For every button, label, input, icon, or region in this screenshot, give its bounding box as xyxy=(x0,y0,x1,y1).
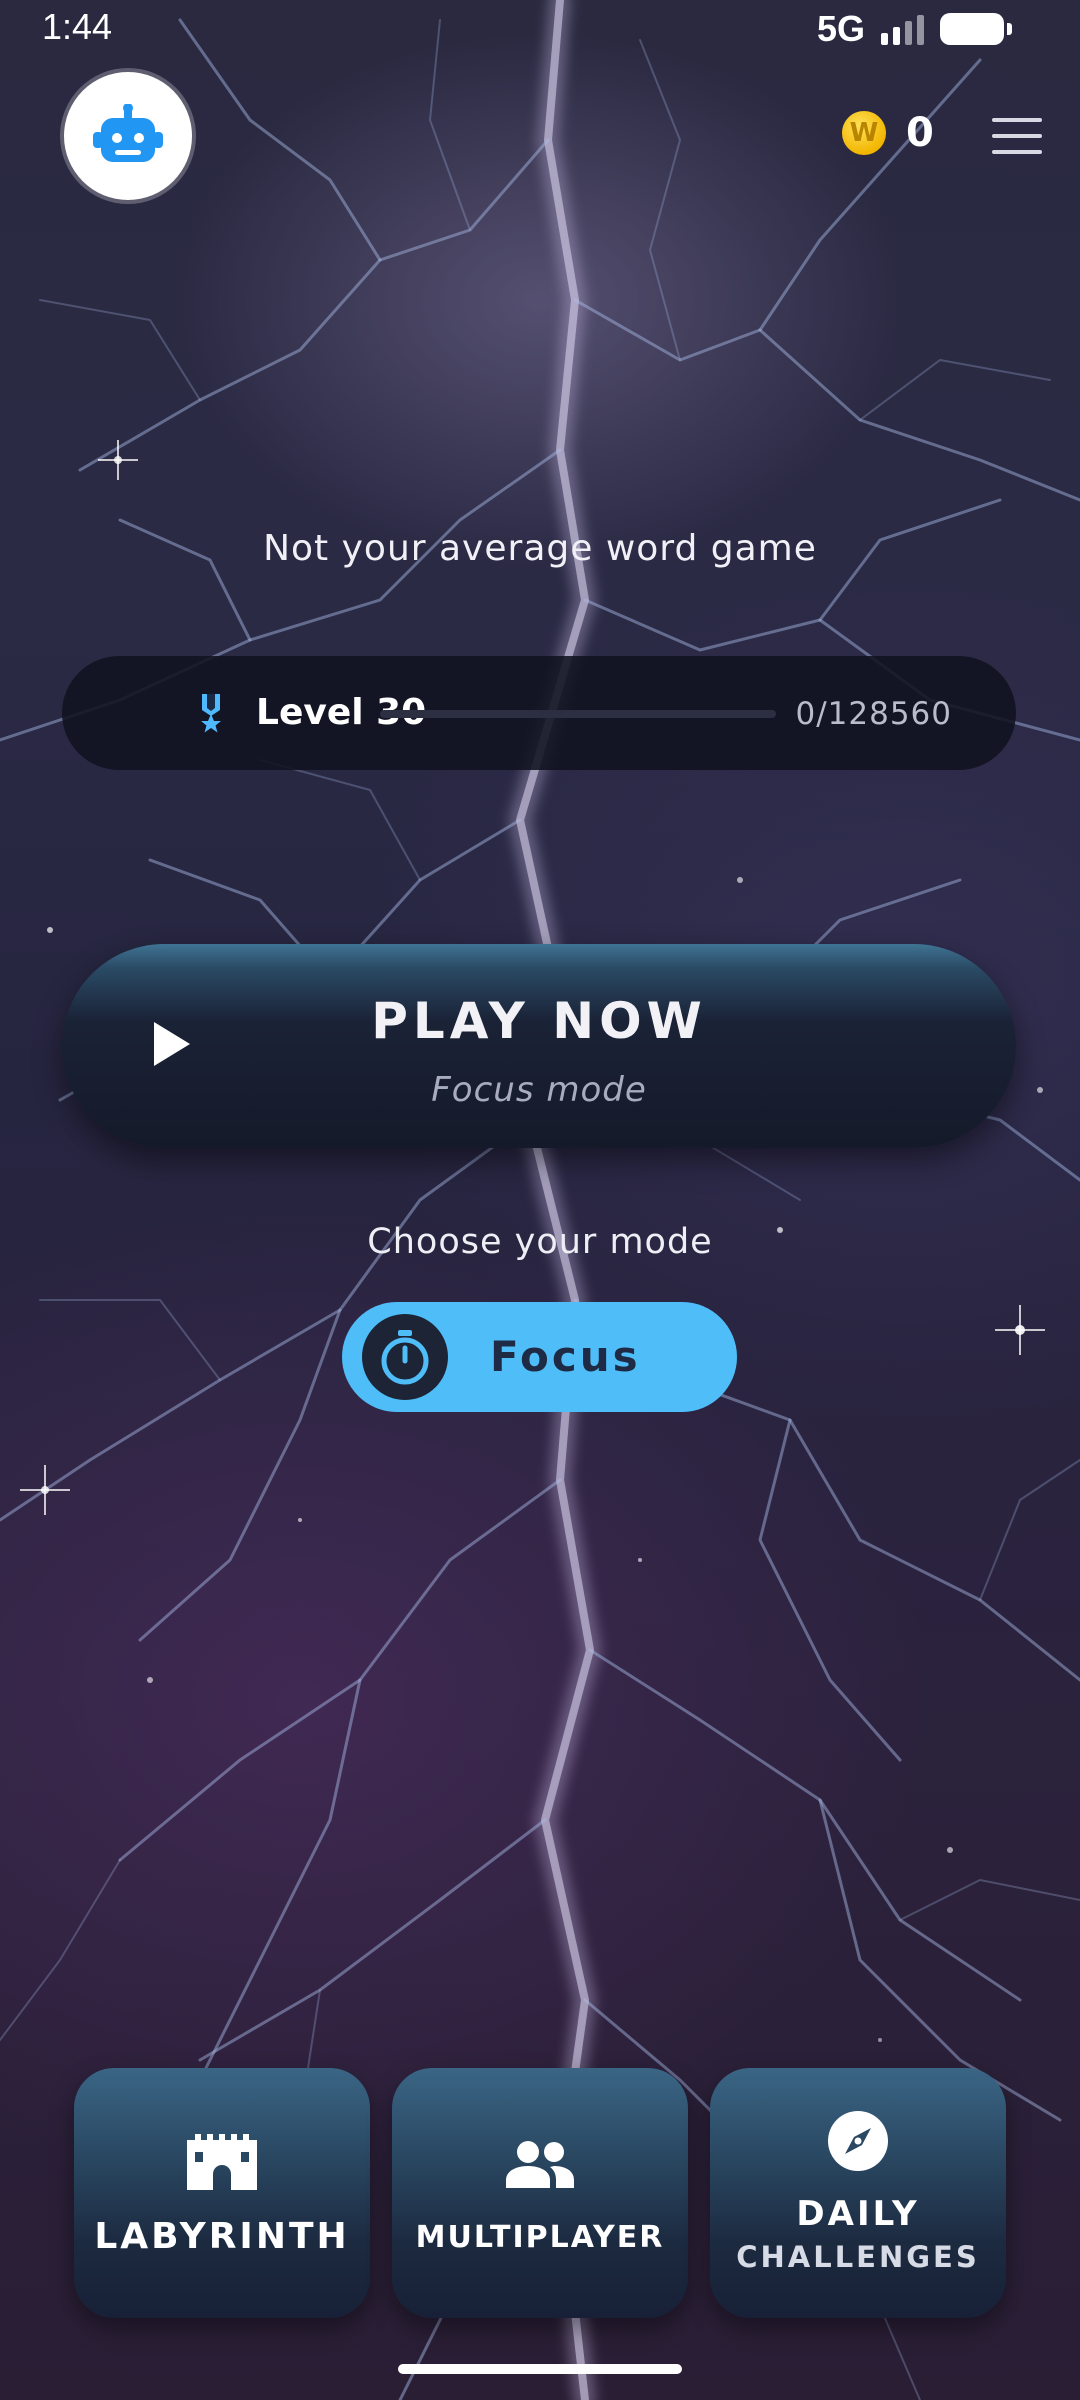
play-now-button[interactable]: PLAY NOW Focus mode xyxy=(62,944,1016,1148)
labyrinth-label: LABYRINTH xyxy=(94,2216,350,2257)
stopwatch-icon xyxy=(362,1314,448,1400)
compass-icon xyxy=(710,2110,1006,2172)
profile-avatar-button[interactable] xyxy=(64,72,192,200)
daily-challenges-button[interactable]: DAILY CHALLENGES xyxy=(710,2068,1006,2318)
play-now-title: PLAY NOW xyxy=(371,992,707,1050)
battery-icon xyxy=(940,13,1012,45)
signal-icon xyxy=(881,13,924,45)
tagline: Not your average word game xyxy=(263,528,817,569)
people-icon xyxy=(392,2140,688,2188)
medal-icon xyxy=(201,694,221,733)
lightning-background xyxy=(0,0,1080,2400)
castle-icon xyxy=(74,2134,370,2190)
coin-symbol: W xyxy=(849,118,879,148)
home-indicator[interactable] xyxy=(398,2364,682,2374)
coin-count: 0 xyxy=(906,110,934,156)
status-icons: 5G xyxy=(816,8,1012,50)
daily-label: DAILY xyxy=(796,2194,920,2234)
level-points: 0/128560 xyxy=(795,696,952,732)
multiplayer-button[interactable]: MULTIPLAYER xyxy=(392,2068,688,2318)
hamburger-menu-icon[interactable] xyxy=(992,118,1042,154)
coin-balance[interactable]: W 0 xyxy=(842,110,934,156)
level-progress-track xyxy=(380,710,776,718)
level-progress-bar[interactable]: Level 30 0/128560 xyxy=(62,656,1016,770)
mode-label: Focus xyxy=(490,1332,641,1381)
play-mode-subtitle: Focus mode xyxy=(431,1070,647,1110)
coin-icon: W xyxy=(842,111,886,155)
status-time: 1:44 xyxy=(42,6,113,47)
challenges-label: CHALLENGES xyxy=(736,2240,980,2274)
choose-mode-label: Choose your mode xyxy=(367,1222,713,1262)
multiplayer-label: MULTIPLAYER xyxy=(415,2220,665,2255)
robot-icon xyxy=(93,104,163,162)
mode-selector-focus[interactable]: Focus xyxy=(342,1302,737,1412)
network-type: 5G xyxy=(816,8,865,49)
labyrinth-button[interactable]: LABYRINTH xyxy=(74,2068,370,2318)
